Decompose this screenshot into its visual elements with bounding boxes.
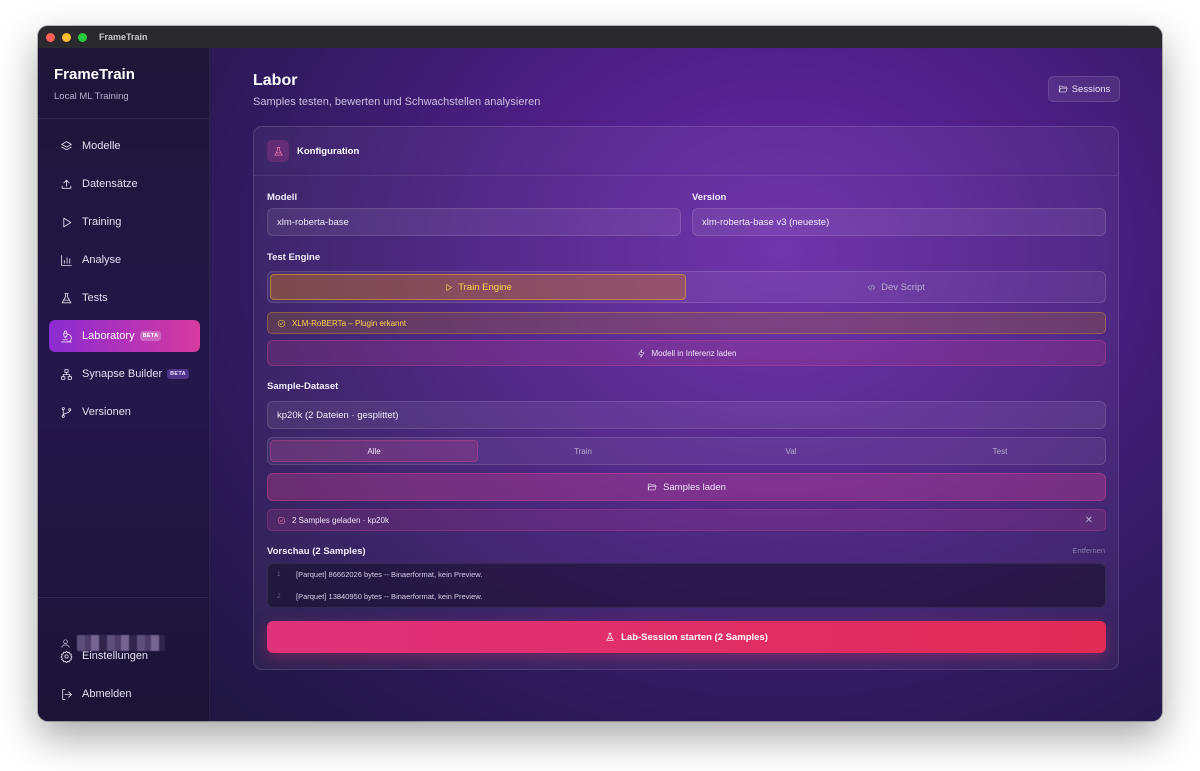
load-samples-label: Samples laden <box>663 481 726 493</box>
page-title: Labor <box>253 72 298 89</box>
network-icon <box>61 368 72 380</box>
brand: FrameTrain Local ML Training <box>54 66 135 102</box>
preview-label: Vorschau (2 Samples) <box>267 546 366 557</box>
close-icon[interactable]: ✕ <box>1085 515 1093 526</box>
config-card-header: Konfiguration <box>254 127 1118 176</box>
model-label: Modell <box>267 192 298 203</box>
git-branch-icon <box>61 406 72 418</box>
model-select[interactable]: xlm-roberta-base <box>267 208 681 236</box>
zap-icon <box>637 348 644 358</box>
sidebar-item-laboratory[interactable]: Laboratory BETA <box>49 320 200 352</box>
list-item: 2 [Parquet] 13840950 bytes -- Binaerform… <box>277 592 482 601</box>
train-engine-option[interactable]: Train Engine <box>270 274 686 300</box>
sidebar-item-label: Laboratory <box>82 330 135 342</box>
dev-script-option[interactable]: Dev Script <box>688 274 1104 300</box>
load-samples-button[interactable]: Samples laden <box>267 473 1106 501</box>
train-engine-label: Train Engine <box>458 281 512 293</box>
sidebar-item-label: Analyse <box>82 254 122 266</box>
sidebar-item-tests[interactable]: Tests <box>49 282 200 314</box>
layers-icon <box>61 140 72 150</box>
sidebar-item-training[interactable]: Training <box>49 206 200 238</box>
dataset-label: Sample-Dataset <box>267 381 339 392</box>
app-window: FrameTrain FrameTrain Local ML Training … <box>38 26 1162 721</box>
title-bar: FrameTrain <box>38 26 1162 48</box>
flask-icon <box>61 292 72 303</box>
split-option-test[interactable]: Test <box>896 440 1104 462</box>
logout-icon <box>62 688 72 700</box>
sessions-button[interactable]: Sessions <box>1048 76 1120 102</box>
start-lab-session-button[interactable]: Lab-Session starten (2 Samples) <box>267 621 1106 653</box>
window-title: FrameTrain <box>99 32 148 42</box>
microscope-icon <box>61 330 72 342</box>
sidebar-divider <box>38 118 209 119</box>
beta-badge: BETA <box>167 369 189 379</box>
folder-open-icon <box>1058 85 1068 93</box>
load-inference-label: Modell in Inferenz laden <box>651 348 737 358</box>
sidebar-item-einstellungen[interactable]: Einstellungen <box>49 640 200 672</box>
row-text: [Parquet] 13840950 bytes -- Binaerformat… <box>296 592 483 601</box>
split-option-train[interactable]: Train <box>480 440 686 462</box>
preview-list: 1 [Parquet] 86662026 bytes -- Binaerform… <box>267 563 1106 608</box>
play-icon <box>63 217 72 227</box>
upload-icon <box>61 179 72 189</box>
page-subtitle: Samples testen, bewerten und Schwachstel… <box>253 96 541 108</box>
sidebar-item-abmelden[interactable]: Abmelden <box>49 678 200 710</box>
load-inference-button[interactable]: Modell in Inferenz laden <box>267 340 1106 366</box>
flask-icon-box <box>267 140 289 162</box>
sidebar-item-label: Modelle <box>82 140 121 152</box>
plugin-notice-text: XLM-RoBERTa – Plugin erkannt <box>292 318 407 328</box>
check-circle-icon <box>277 516 286 524</box>
sidebar: FrameTrain Local ML Training Modelle Dat… <box>38 48 210 721</box>
config-title: Konfiguration <box>297 145 360 157</box>
play-icon <box>446 283 453 291</box>
list-item: 1 [Parquet] 86662026 bytes -- Binaerform… <box>277 570 482 579</box>
sidebar-item-modelle[interactable]: Modelle <box>49 130 200 162</box>
version-select[interactable]: xlm-roberta-base v3 (neueste) <box>692 208 1106 236</box>
minimize-window-button[interactable] <box>62 32 71 42</box>
engine-label: Test Engine <box>267 252 321 263</box>
folder-open-icon <box>647 483 657 491</box>
sidebar-item-analyse[interactable]: Analyse <box>49 244 200 276</box>
sidebar-divider <box>38 597 209 598</box>
app-name: FrameTrain <box>54 66 135 83</box>
sidebar-item-synapse-builder[interactable]: Synapse Builder BETA <box>49 358 200 390</box>
flask-icon <box>606 632 614 641</box>
sidebar-item-label: Versionen <box>82 406 131 418</box>
sidebar-item-versionen[interactable]: Versionen <box>49 396 200 428</box>
samples-loaded-notice: 2 Samples geladen · kp20k ✕ <box>267 509 1106 531</box>
close-window-button[interactable] <box>46 32 55 42</box>
check-circle-icon <box>277 319 286 327</box>
row-number: 2 <box>277 593 281 600</box>
config-card: Konfiguration Modell xlm-roberta-base Ve… <box>253 126 1119 670</box>
version-label: Version <box>692 192 727 203</box>
engine-toggle: Train Engine Dev Script <box>267 271 1106 303</box>
dev-script-label: Dev Script <box>881 281 925 293</box>
beta-badge: BETA <box>139 331 162 341</box>
sidebar-item-label: Tests <box>82 292 108 304</box>
gear-icon <box>60 650 73 663</box>
row-number: 1 <box>277 571 281 578</box>
bar-chart-icon <box>61 254 72 266</box>
zoom-window-button[interactable] <box>78 32 87 42</box>
sidebar-item-label: Einstellungen <box>82 650 149 662</box>
app-subtitle: Local ML Training <box>54 91 129 102</box>
main-content: Labor Samples testen, bewerten und Schwa… <box>210 48 1162 721</box>
sidebar-item-datensaetze[interactable]: Datensätze <box>49 168 200 200</box>
split-option-alle[interactable]: Alle <box>270 440 478 462</box>
plugin-detected-notice: XLM-RoBERTa – Plugin erkannt <box>267 312 1106 334</box>
sidebar-item-label: Abmelden <box>82 688 132 700</box>
code-icon <box>867 283 876 291</box>
split-option-val[interactable]: Val <box>688 440 894 462</box>
split-filter: Alle Train Val Test <box>267 437 1106 465</box>
start-lab-session-label: Lab-Session starten (2 Samples) <box>621 631 768 643</box>
remove-samples-link[interactable]: Entfernen <box>1072 546 1105 555</box>
sidebar-item-label: Training <box>82 216 122 228</box>
dataset-select[interactable]: kp20k (2 Dateien · gesplittet) <box>267 401 1106 429</box>
row-text: [Parquet] 86662026 bytes -- Binaerformat… <box>296 570 483 579</box>
sessions-label: Sessions <box>1071 83 1111 95</box>
sidebar-item-label: Synapse Builder <box>82 368 163 380</box>
samples-loaded-text: 2 Samples geladen · kp20k <box>292 515 389 525</box>
flask-icon <box>273 146 283 156</box>
sidebar-item-label: Datensätze <box>82 178 138 190</box>
